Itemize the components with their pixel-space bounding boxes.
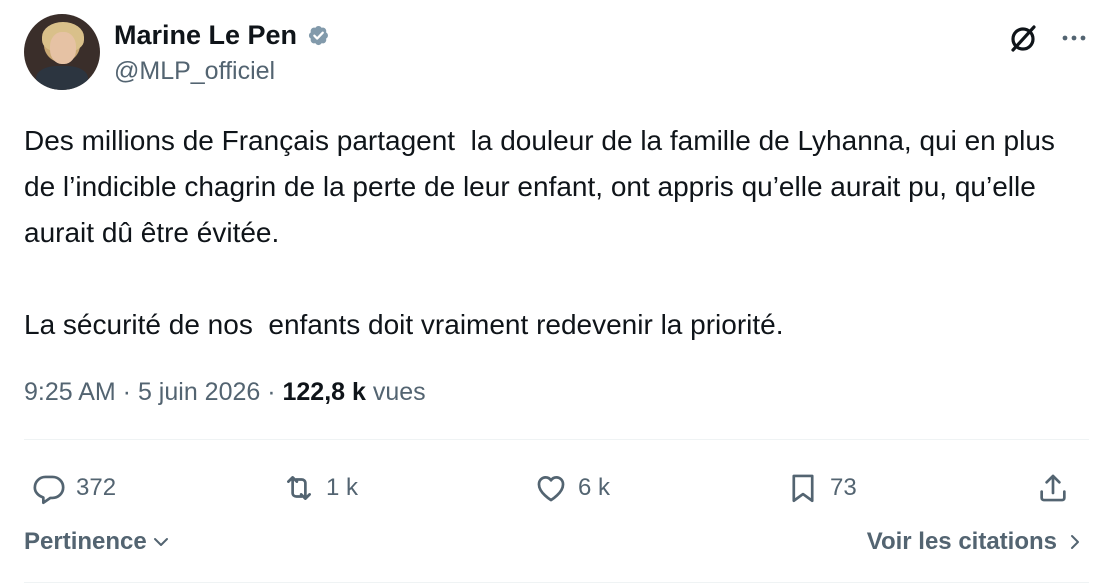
more-icon[interactable] xyxy=(1059,23,1089,53)
bookmark-count: 73 xyxy=(830,474,857,501)
avatar-face xyxy=(50,32,76,64)
chevron-right-icon xyxy=(1071,535,1079,549)
like-button[interactable]: 6 k xyxy=(534,462,610,514)
views-count: 122,8 k xyxy=(282,378,366,406)
verified-badge-icon[interactable] xyxy=(305,22,332,49)
tweet-text: Des millions de Français partagent la do… xyxy=(24,125,1055,340)
sort-dropdown[interactable]: Pertinence xyxy=(24,528,171,556)
tweet-date[interactable]: 5 juin 2026 xyxy=(138,378,260,406)
like-count: 6 k xyxy=(578,474,611,501)
reply-button[interactable]: 372 xyxy=(32,462,116,514)
bookmark-icon xyxy=(792,474,814,503)
meta-separator: · xyxy=(260,378,283,406)
avatar[interactable] xyxy=(24,14,100,90)
reply-count: 372 xyxy=(76,474,117,501)
chevron-down-icon xyxy=(153,538,168,546)
action-bar: 372 1 k 6 k 73 xyxy=(24,462,1089,514)
tweet-time[interactable]: 9:25 AM xyxy=(24,378,116,406)
repost-icon xyxy=(287,476,311,500)
divider-bottom xyxy=(24,582,1089,583)
author-handle[interactable]: @MLP_officiel xyxy=(114,54,332,88)
grok-icon[interactable] xyxy=(1005,20,1041,56)
avatar-body xyxy=(36,66,88,90)
reply-icon xyxy=(33,475,65,505)
share-icon xyxy=(1040,474,1066,502)
views-label: vues xyxy=(372,378,426,406)
share-button[interactable] xyxy=(1036,462,1070,514)
replies-toolbar: Pertinence Voir les citations xyxy=(24,528,1089,566)
like-icon xyxy=(537,476,565,502)
meta-separator: · xyxy=(115,378,138,406)
tweet-meta: 9:25 AM · 5 juin 2026 · 122,8 k vues xyxy=(24,372,426,412)
quotes-label: Voir les citations xyxy=(866,528,1057,555)
name-row: Marine Le Pen xyxy=(114,18,332,52)
divider-top xyxy=(24,439,1089,440)
header-actions xyxy=(1005,20,1089,56)
tweet-header: Marine Le Pen @MLP_officiel xyxy=(24,14,1089,94)
sort-label: Pertinence xyxy=(24,528,147,555)
repost-button[interactable]: 1 k xyxy=(282,462,358,514)
bookmark-button[interactable]: 73 xyxy=(786,462,857,514)
author-display-name[interactable]: Marine Le Pen xyxy=(114,18,297,52)
author-block: Marine Le Pen @MLP_officiel xyxy=(114,18,332,88)
repost-count: 1 k xyxy=(326,474,359,501)
view-quotes-link[interactable]: Voir les citations xyxy=(867,528,1085,556)
